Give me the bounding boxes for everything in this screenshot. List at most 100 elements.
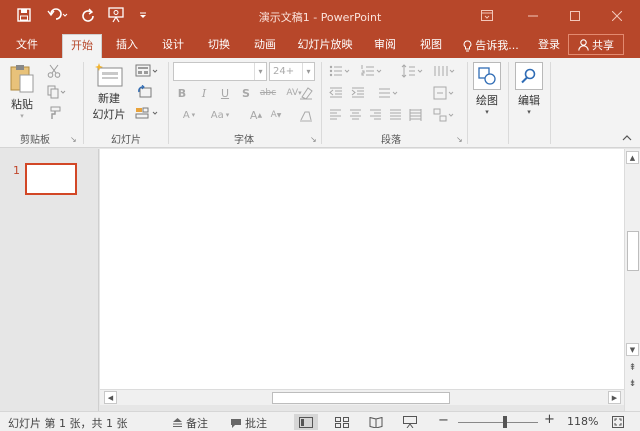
- editing-label: 编辑: [518, 94, 540, 107]
- tab-review[interactable]: 审阅: [366, 34, 404, 58]
- slide-canvas[interactable]: [100, 149, 624, 389]
- scroll-down-icon[interactable]: ▼: [626, 343, 639, 356]
- zoom-slider[interactable]: [458, 422, 538, 423]
- columns-icon[interactable]: [430, 62, 458, 80]
- collapse-ribbon-icon[interactable]: [622, 133, 632, 144]
- maximize-icon[interactable]: [552, 0, 598, 31]
- align-center-icon[interactable]: [346, 106, 364, 124]
- shrink-font-button[interactable]: A ▼: [268, 106, 284, 124]
- bold-button[interactable]: B: [174, 84, 190, 102]
- font-name-combo[interactable]: ▾: [173, 62, 267, 81]
- reset-icon[interactable]: [132, 83, 156, 101]
- slide-thumbnail[interactable]: [25, 163, 77, 195]
- decrease-indent-icon[interactable]: [326, 84, 346, 102]
- slide-sorter-icon[interactable]: [330, 414, 354, 430]
- group-divider: [168, 62, 169, 144]
- align-text-icon[interactable]: [430, 84, 458, 102]
- close-icon[interactable]: [594, 0, 640, 31]
- find-icon: [515, 62, 543, 90]
- paste-icon: [9, 64, 35, 94]
- comments-button[interactable]: 批注: [230, 415, 267, 431]
- font-launcher-icon[interactable]: ↘: [310, 135, 319, 144]
- numbering-icon[interactable]: [358, 62, 386, 80]
- clipboard-launcher-icon[interactable]: ↘: [70, 135, 79, 144]
- previous-slide-icon[interactable]: ⇞: [626, 361, 639, 374]
- tell-me-text: 告诉我...: [475, 39, 519, 52]
- horizontal-scrollbar[interactable]: ◀ ▶: [100, 389, 624, 405]
- align-left-icon[interactable]: [326, 106, 344, 124]
- scroll-left-icon[interactable]: ◀: [104, 391, 117, 404]
- reading-view-icon[interactable]: [364, 414, 388, 430]
- increase-indent-icon[interactable]: [348, 84, 368, 102]
- tab-file[interactable]: 文件: [6, 34, 48, 58]
- sign-in-link[interactable]: 登录: [532, 34, 566, 58]
- shadow-button[interactable]: S: [238, 84, 254, 102]
- next-slide-icon[interactable]: ⇟: [626, 377, 639, 390]
- ribbon-tabs: 文件 开始 插入 设计 切换 动画 幻灯片放映 审阅 视图 告诉我... 登录 …: [0, 31, 640, 58]
- clear-formatting-icon[interactable]: [296, 84, 316, 102]
- tell-me-box[interactable]: 告诉我...: [458, 34, 524, 58]
- font-size-combo[interactable]: 24+ ▾: [269, 62, 315, 81]
- line-spacing-icon[interactable]: [398, 62, 426, 80]
- tab-slideshow[interactable]: 幻灯片放映: [292, 34, 358, 58]
- tab-animations[interactable]: 动画: [246, 34, 284, 58]
- format-painter-icon[interactable]: [44, 104, 64, 122]
- copy-icon[interactable]: [44, 83, 70, 101]
- paragraph-group-label: 段落: [381, 135, 401, 146]
- zoom-slider-thumb[interactable]: [503, 416, 508, 428]
- notes-icon: [172, 418, 183, 428]
- group-divider: [550, 62, 551, 144]
- chevron-down-icon[interactable]: ▾: [302, 63, 314, 80]
- tab-transitions[interactable]: 切换: [200, 34, 238, 58]
- fit-to-window-icon[interactable]: [606, 414, 630, 430]
- change-case-button[interactable]: Aa ▾: [206, 106, 234, 124]
- layout-icon[interactable]: [132, 62, 162, 80]
- align-right-icon[interactable]: [366, 106, 384, 124]
- chevron-down-icon[interactable]: ▾: [254, 63, 266, 80]
- comments-label: 批注: [245, 417, 267, 430]
- tab-view[interactable]: 视图: [412, 34, 450, 58]
- shapes-icon: [473, 62, 501, 90]
- paragraph-launcher-icon[interactable]: ↘: [456, 135, 465, 144]
- scroll-up-icon[interactable]: ▲: [626, 151, 639, 164]
- grow-font-label: A: [249, 108, 258, 122]
- justify-icon[interactable]: [386, 106, 404, 124]
- cut-icon[interactable]: [44, 62, 64, 80]
- grow-font-button[interactable]: A ▲: [248, 106, 264, 124]
- italic-button[interactable]: I: [196, 84, 212, 102]
- ribbon: 粘贴 ▾ 剪贴板 ↘ 新建 幻灯片 幻灯片 ▾ 24+ ▾ B I U S ab…: [0, 58, 640, 148]
- vertical-scrollbar[interactable]: ▲ ▼ ⇞ ⇟: [624, 149, 640, 411]
- minimize-icon[interactable]: [510, 0, 556, 31]
- notes-button[interactable]: 备注: [172, 415, 208, 431]
- clipboard-group-label: 剪贴板: [20, 135, 50, 146]
- zoom-out-button[interactable]: −: [438, 413, 449, 428]
- underline-button[interactable]: U: [217, 84, 233, 102]
- paste-button[interactable]: 粘贴 ▾: [6, 64, 38, 126]
- section-icon[interactable]: [132, 104, 162, 122]
- new-slide-button[interactable]: 新建 幻灯片: [86, 62, 132, 128]
- drawing-button[interactable]: 绘图 ▾: [470, 62, 504, 126]
- slide-number: 1: [13, 164, 20, 177]
- drawing-label: 绘图: [476, 94, 498, 107]
- smartart-icon[interactable]: [430, 106, 458, 124]
- highlight-icon[interactable]: [296, 106, 316, 124]
- strikethrough-button[interactable]: abc: [257, 84, 279, 102]
- distributed-icon[interactable]: [406, 106, 424, 124]
- ribbon-display-options-icon[interactable]: [464, 0, 510, 31]
- tab-insert[interactable]: 插入: [108, 34, 146, 58]
- group-divider: [467, 62, 468, 144]
- tab-design[interactable]: 设计: [154, 34, 192, 58]
- zoom-level[interactable]: 118%: [567, 415, 598, 428]
- text-direction-icon[interactable]: [376, 84, 402, 102]
- bullets-icon[interactable]: [326, 62, 354, 80]
- horizontal-scroll-thumb[interactable]: [272, 392, 450, 404]
- zoom-in-button[interactable]: +: [544, 412, 555, 427]
- tab-home[interactable]: 开始: [62, 34, 102, 58]
- vertical-scroll-thumb[interactable]: [627, 231, 639, 271]
- normal-view-icon[interactable]: [294, 414, 318, 430]
- slideshow-view-icon[interactable]: [398, 414, 422, 430]
- scroll-right-icon[interactable]: ▶: [608, 391, 621, 404]
- share-button[interactable]: 共享: [568, 34, 624, 55]
- editing-button[interactable]: 编辑 ▾: [512, 62, 546, 126]
- font-color-button[interactable]: A ▾: [176, 106, 202, 124]
